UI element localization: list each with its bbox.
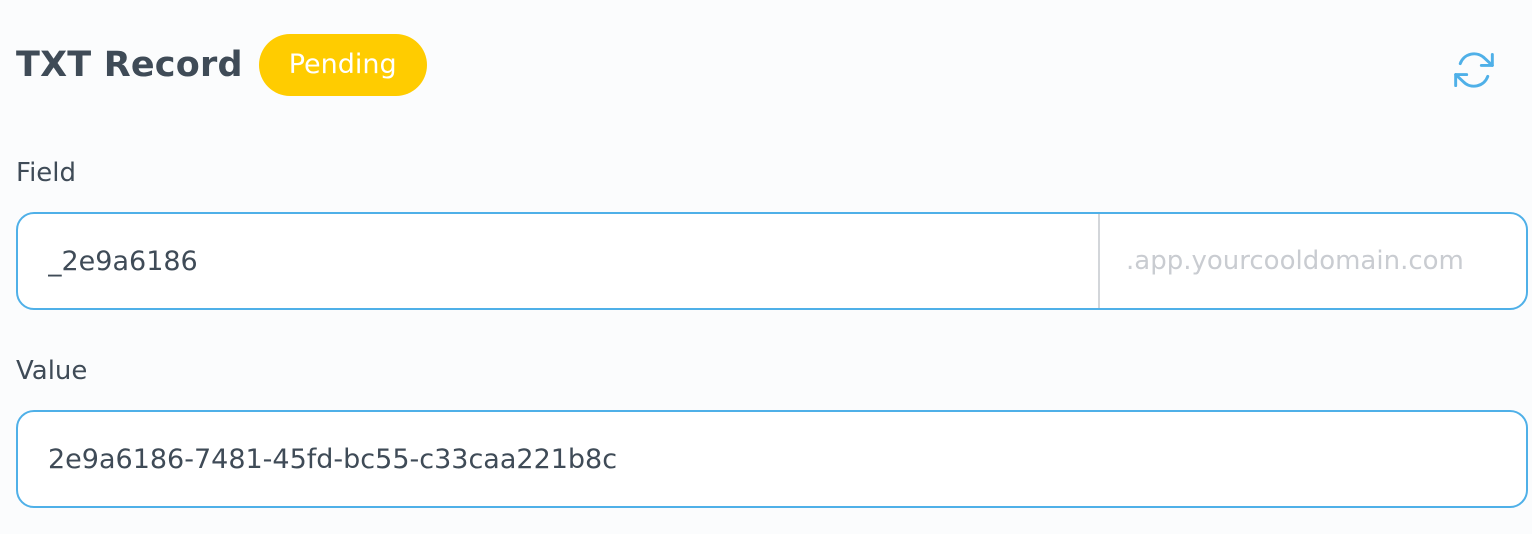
domain-suffix: .app.yourcooldomain.com (1098, 214, 1526, 308)
value-input-group (16, 410, 1528, 508)
refresh-icon (1454, 52, 1494, 88)
field-input-group: .app.yourcooldomain.com (16, 212, 1528, 310)
status-badge: Pending (258, 34, 427, 96)
record-header: TXT Record Pending (16, 34, 427, 96)
field-input[interactable] (18, 214, 1098, 308)
refresh-button[interactable] (1452, 48, 1496, 92)
value-label: Value (16, 356, 88, 386)
value-input[interactable] (18, 412, 1526, 506)
txt-record-panel: TXT Record Pending Field .app.yourcooldo… (0, 0, 1532, 534)
record-title: TXT Record (16, 45, 243, 85)
field-label: Field (16, 158, 77, 188)
